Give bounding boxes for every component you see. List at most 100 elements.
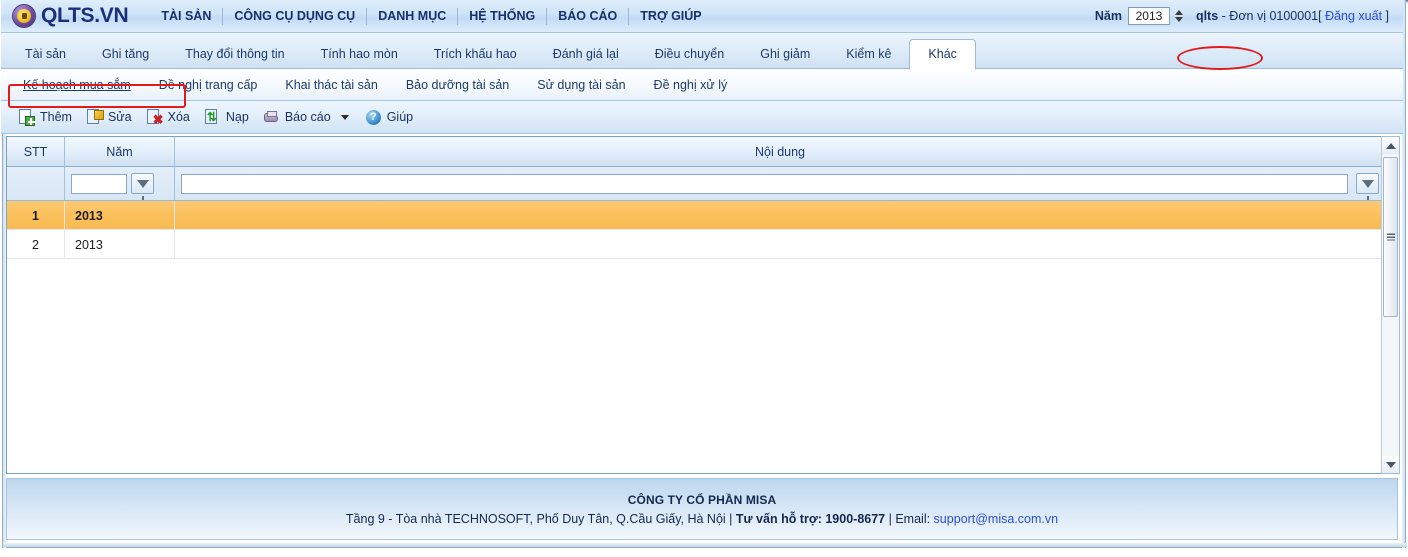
reload-button-label: Nạp — [225, 109, 249, 124]
help-button-label: Giúp — [386, 109, 414, 124]
spinner-up-icon[interactable] — [1175, 10, 1184, 15]
cell-stt: 2 — [7, 230, 65, 259]
primary-tab-strip: Tài sản Ghi tăng Thay đổi thông tin Tính… — [1, 33, 1403, 70]
tab-tai-san[interactable]: Tài sản — [7, 39, 84, 69]
delete-page-icon: ✖ — [146, 108, 164, 126]
edit-button[interactable]: Sửa — [79, 105, 139, 129]
footer-company-name: CÔNG TY CỔ PHẦN MISA — [627, 492, 777, 507]
help-button[interactable]: ? Giúp — [358, 105, 420, 129]
help-question-icon: ? — [365, 109, 382, 126]
brand-name: QLTS.VN — [41, 4, 129, 27]
tab-ghi-giam[interactable]: Ghi giảm — [742, 39, 828, 69]
caret-down-icon[interactable] — [340, 114, 349, 120]
subtab-ke-hoach-mua-sam[interactable]: Kế hoạch mua sắm — [9, 73, 145, 97]
help-question-glyph: ? — [365, 109, 381, 125]
tab-kiem-ke[interactable]: Kiểm kê — [828, 39, 909, 69]
delete-button-label: Xóa — [167, 109, 190, 124]
menu-item-tro-giup[interactable]: TRỢ GIÚP — [629, 6, 712, 26]
menu-item-bao-cao[interactable]: BÁO CÁO — [547, 6, 628, 26]
main-menu: TÀI SẢN CÔNG CỤ DỤNG CỤ DANH MỤC HỆ THỐN… — [150, 5, 712, 27]
year-input[interactable]: 2013 — [1127, 7, 1170, 25]
primary-tabs: Tài sản Ghi tăng Thay đổi thông tin Tính… — [7, 33, 976, 70]
subtab-su-dung-tai-san[interactable]: Sử dụng tài sản — [523, 73, 639, 97]
filter-cell-nam — [65, 166, 175, 201]
filter-input-nam[interactable] — [71, 173, 127, 194]
cell-nam: 2013 — [65, 201, 175, 230]
filter-button-nam[interactable] — [131, 173, 154, 200]
user-separator: - — [1218, 9, 1230, 23]
footer-support: Tư vấn hỗ trợ: 1900-8677 — [735, 511, 886, 526]
filter-cell-stt — [7, 166, 65, 201]
unit-label: Đơn vị 0100001 — [1229, 9, 1319, 23]
column-header-noi-dung[interactable]: Nội dung — [175, 137, 1385, 167]
tab-trich-khau-hao[interactable]: Trích khấu hao — [416, 39, 535, 69]
footer-address: Tầng 9 - Tòa nhà TECHNOSOFT, Phố Duy Tân… — [345, 511, 736, 526]
subtab-bao-duong-tai-san[interactable]: Bảo dưỡng tài sản — [392, 73, 523, 97]
year-spinner[interactable] — [1173, 7, 1186, 25]
table-row[interactable]: 2 2013 — [7, 230, 1385, 259]
column-header-nam[interactable]: Năm — [65, 137, 175, 167]
filter-funnel-icon — [136, 179, 149, 200]
year-label: Năm — [1094, 9, 1122, 23]
report-button-label: Báo cáo — [284, 109, 331, 124]
spinner-down-icon[interactable] — [1175, 17, 1184, 22]
action-toolbar: Thêm Sửa ✖ Xóa ⇅ Nạp Báo cáo ? Giúp — [1, 101, 1403, 134]
footer-contact-line: Tầng 9 - Tòa nhà TECHNOSOFT, Phố Duy Tân… — [346, 512, 1058, 526]
grid-filter-row — [7, 166, 1385, 201]
cell-stt: 1 — [7, 201, 65, 230]
edit-pencil-icon — [86, 108, 104, 126]
column-header-stt[interactable]: STT — [7, 137, 65, 167]
tab-dieu-chuyen[interactable]: Điều chuyển — [637, 39, 743, 69]
application-window: QLTS.VN ™ TÀI SẢN CÔNG CỤ DỤNG CỤ DANH M… — [0, 0, 1408, 557]
reload-button[interactable]: ⇅ Nạp — [197, 105, 256, 129]
add-button[interactable]: Thêm — [11, 105, 79, 129]
filter-button-noi-dung[interactable] — [1356, 173, 1379, 200]
secondary-tabs: Kế hoạch mua sắm Đề nghị trang cấp Khai … — [9, 72, 741, 98]
tab-khac[interactable]: Khác — [909, 39, 976, 70]
menu-item-tai-san[interactable]: TÀI SẢN — [150, 6, 222, 26]
tab-tinh-hao-mon[interactable]: Tính hao mòn — [303, 39, 416, 69]
cell-nam: 2013 — [65, 230, 175, 259]
table-row[interactable]: 1 2013 — [7, 201, 1385, 230]
printer-report-icon — [263, 109, 280, 126]
vertical-scrollbar[interactable] — [1381, 136, 1400, 474]
tab-ghi-tang[interactable]: Ghi tăng — [84, 39, 167, 69]
username: qlts — [1195, 9, 1219, 23]
refresh-page-icon: ⇅ — [204, 108, 217, 124]
edit-button-label: Sửa — [107, 109, 132, 124]
current-user-info: qlts - Đơn vị 0100001[ Đăng xuất ] — [1196, 9, 1389, 23]
footer-email-label: | Email: — [885, 511, 934, 526]
footer: CÔNG TY CỔ PHẦN MISA Tầng 9 - Tòa nhà TE… — [6, 478, 1398, 540]
logout-bracket-close: ] — [1382, 9, 1389, 23]
lock-circle-logo-icon — [13, 5, 35, 27]
cell-noi-dung — [175, 230, 1385, 259]
secondary-tab-strip: Kế hoạch mua sắm Đề nghị trang cấp Khai … — [1, 69, 1403, 101]
brand-logo[interactable]: QLTS.VN ™ — [13, 0, 1408, 28]
menu-item-he-thong[interactable]: HỆ THỐNG — [458, 6, 546, 26]
tab-thay-doi-thong-tin[interactable]: Thay đổi thông tin — [167, 39, 302, 69]
scroll-up-arrow-icon[interactable] — [1382, 137, 1399, 154]
filter-funnel-icon — [1361, 179, 1374, 200]
subtab-de-nghi-xu-ly[interactable]: Đề nghị xử lý — [640, 73, 742, 97]
report-button[interactable]: Báo cáo — [256, 105, 338, 129]
data-grid: STT Năm Nội dung 1 2013 2 2013 — [6, 136, 1386, 474]
subtab-de-nghi-trang-cap[interactable]: Đề nghị trang cấp — [145, 73, 272, 97]
scroll-down-arrow-icon[interactable] — [1382, 456, 1399, 473]
scrollbar-thumb[interactable] — [1383, 157, 1398, 317]
filter-cell-noi-dung — [175, 167, 1385, 201]
top-right-status: Năm 2013 qlts - Đơn vị 0100001[ Đăng xuấ… — [1095, 7, 1389, 25]
tab-danh-gia-lai[interactable]: Đánh giá lại — [535, 39, 637, 69]
menu-item-cong-cu-dung-cu[interactable]: CÔNG CỤ DỤNG CỤ — [223, 6, 366, 26]
cell-noi-dung — [175, 201, 1385, 230]
frame-edge-bottom — [3, 543, 1407, 547]
top-brand-bar: QLTS.VN ™ TÀI SẢN CÔNG CỤ DỤNG CỤ DANH M… — [1, 0, 1408, 33]
subtab-khai-thac-tai-san[interactable]: Khai thác tài sản — [271, 73, 391, 97]
filter-input-noi-dung[interactable] — [181, 173, 1348, 194]
footer-email-link[interactable]: support@misa.com.vn — [934, 512, 1059, 526]
delete-button[interactable]: ✖ Xóa — [139, 105, 197, 129]
grid-header-row: STT Năm Nội dung — [7, 137, 1385, 167]
add-page-icon — [18, 108, 35, 126]
menu-item-danh-muc[interactable]: DANH MỤC — [367, 6, 457, 26]
logout-link[interactable]: Đăng xuất — [1325, 9, 1382, 23]
add-button-label: Thêm — [40, 109, 72, 124]
